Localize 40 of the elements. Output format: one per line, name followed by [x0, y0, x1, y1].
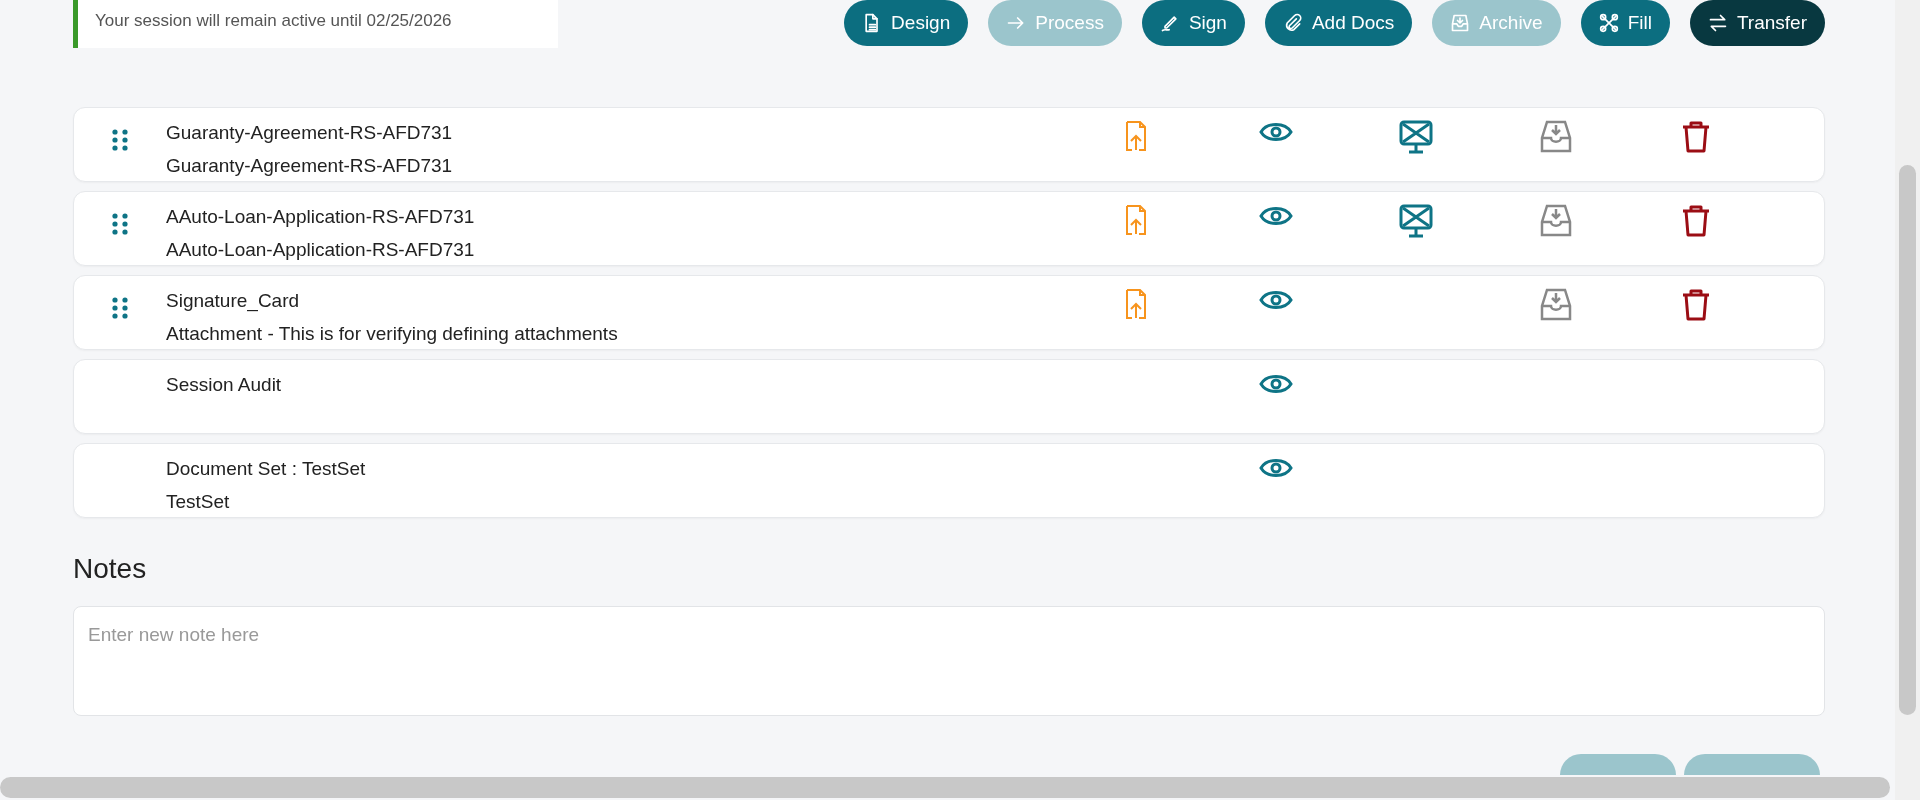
trash-icon[interactable] — [1681, 288, 1711, 322]
inbox-download-icon[interactable] — [1539, 288, 1573, 321]
document-title: Document Set : TestSet — [166, 457, 367, 481]
document-subtitle: Guaranty-Agreement-RS-AFD731 — [166, 154, 454, 178]
inbox-icon — [1450, 13, 1471, 33]
toolbar-button[interactable]: Design — [844, 0, 969, 46]
document-title: AAuto-Loan-Application-RS-AFD731 — [166, 205, 476, 229]
document-title: Guaranty-Agreement-RS-AFD731 — [166, 121, 454, 145]
trash-icon[interactable] — [1681, 120, 1711, 154]
toolbar-button[interactable]: Fill — [1580, 0, 1670, 46]
drag-handle[interactable] — [112, 212, 128, 236]
toolbar-button[interactable]: Transfer — [1689, 0, 1825, 46]
toolbar-button[interactable]: Sign — [1141, 0, 1245, 46]
document-subtitle: AAuto-Loan-Application-RS-AFD731 — [166, 238, 476, 262]
monitor-icon[interactable] — [1399, 120, 1433, 154]
tools-icon — [1598, 13, 1619, 33]
monitor-icon[interactable] — [1399, 204, 1433, 238]
session-notice: Your session will remain active until 02/25/2026 — [73, 0, 558, 48]
eye-icon[interactable] — [1259, 372, 1293, 396]
pen-icon — [1159, 13, 1180, 33]
note-input[interactable]: Enter new note here — [73, 606, 1825, 716]
drag-handle[interactable] — [112, 128, 128, 152]
scrollbar-thumb[interactable] — [1899, 165, 1916, 715]
toolbar-button[interactable]: Add Docs — [1264, 0, 1413, 46]
inbox-download-icon[interactable] — [1539, 204, 1573, 237]
eye-icon[interactable] — [1259, 204, 1293, 228]
document-subtitle: TestSet — [166, 490, 231, 514]
document-title: Signature_Card — [166, 289, 301, 314]
notes-heading: Notes — [73, 552, 148, 586]
horizontal-scrollbar[interactable] — [0, 777, 1890, 798]
inbox-download-icon[interactable] — [1539, 120, 1573, 153]
document-subtitle: Attachment - This is for verifying defining attachments — [166, 322, 619, 346]
eye-icon[interactable] — [1259, 288, 1293, 312]
swap-arrows-icon — [1707, 13, 1728, 33]
eye-icon[interactable] — [1259, 456, 1293, 480]
trash-icon[interactable] — [1681, 204, 1711, 238]
document-title: Session Audit — [166, 373, 283, 397]
drag-handle[interactable] — [112, 296, 128, 320]
eye-icon[interactable] — [1259, 120, 1293, 144]
vertical-scrollbar[interactable] — [1895, 0, 1920, 800]
